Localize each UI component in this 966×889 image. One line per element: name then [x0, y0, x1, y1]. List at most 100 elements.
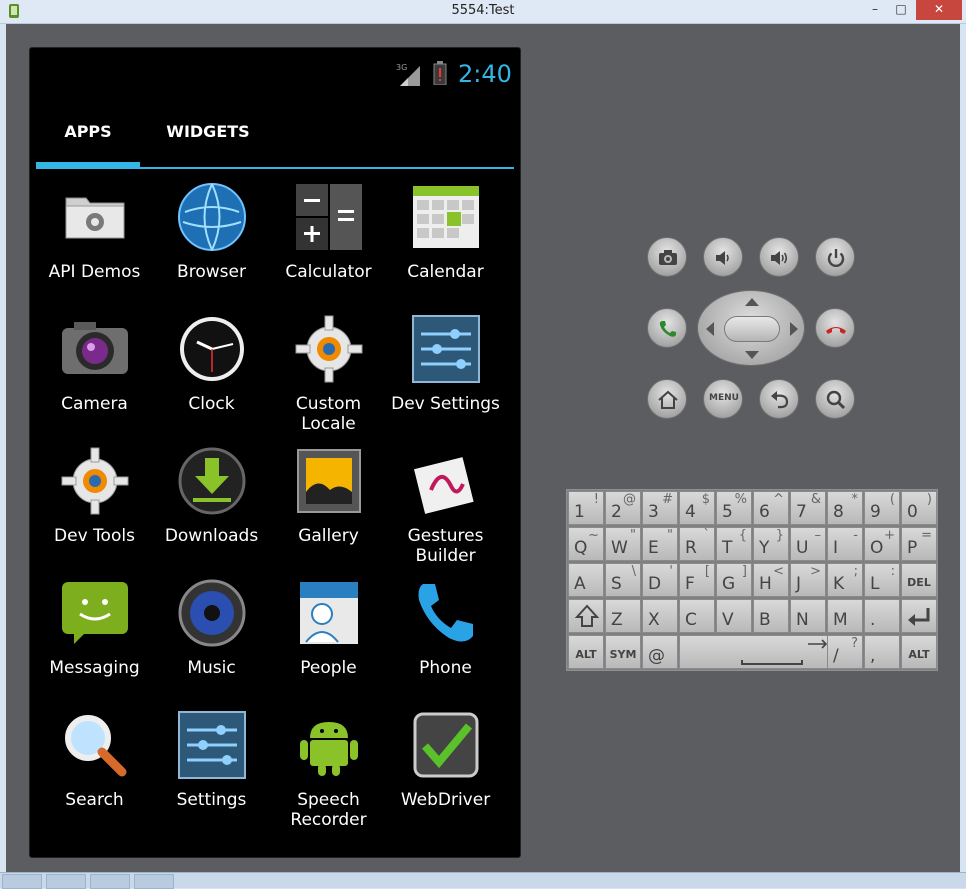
- key-2[interactable]: 2 @: [605, 491, 641, 525]
- app-clock[interactable]: Clock: [151, 312, 272, 440]
- app-downloads[interactable]: Downloads: [151, 444, 272, 572]
- dpad-right-icon[interactable]: [790, 322, 798, 336]
- key-p[interactable]: P =: [901, 527, 937, 561]
- key-9[interactable]: 9(: [864, 491, 900, 525]
- device-screen[interactable]: 3G 2:40 APPS WIDGETS API Demos Browser Cal…: [29, 47, 521, 858]
- key-n[interactable]: N: [790, 599, 826, 633]
- key-4[interactable]: 4 $: [679, 491, 715, 525]
- key-main-label: 4: [685, 502, 696, 522]
- key-o[interactable]: O +: [864, 527, 900, 561]
- tab-widgets[interactable]: WIDGETS: [140, 122, 276, 152]
- app-camera[interactable]: Camera: [34, 312, 155, 440]
- maximize-button[interactable]: □: [888, 0, 914, 20]
- camera-icon: [659, 250, 677, 265]
- app-settings[interactable]: Settings: [151, 708, 272, 836]
- volume-up-button[interactable]: [759, 237, 799, 277]
- key-5[interactable]: 5%: [716, 491, 752, 525]
- camera-button[interactable]: [647, 237, 687, 277]
- app-calculator[interactable]: Calculator: [268, 180, 389, 308]
- key-3[interactable]: 3 #: [642, 491, 678, 525]
- key-r[interactable]: R `: [679, 527, 715, 561]
- key-k[interactable]: K;: [827, 563, 863, 597]
- app-custom-locale[interactable]: Custom Locale: [268, 312, 389, 440]
- key-i[interactable]: I-: [827, 527, 863, 561]
- key-d[interactable]: D ': [642, 563, 678, 597]
- key-b[interactable]: B: [753, 599, 789, 633]
- call-button[interactable]: [647, 308, 687, 348]
- key-q[interactable]: Q ~: [568, 527, 604, 561]
- app-dev-tools[interactable]: Dev Tools: [34, 444, 155, 572]
- key-l[interactable]: L:: [864, 563, 900, 597]
- app-calendar[interactable]: Calendar: [385, 180, 506, 308]
- app-label: API Demos: [48, 262, 141, 282]
- close-button[interactable]: ✕: [916, 0, 962, 20]
- app-gestures-builder[interactable]: Gestures Builder: [385, 444, 506, 572]
- alt-key-left[interactable]: ALT: [568, 635, 604, 669]
- app-speech-recorder[interactable]: Speech Recorder: [268, 708, 389, 836]
- key-6[interactable]: 6 ^: [753, 491, 789, 525]
- dpad-center-button[interactable]: [724, 316, 780, 342]
- taskbar-item-android[interactable]: [2, 874, 42, 889]
- key-e[interactable]: E ": [642, 527, 678, 561]
- key-c[interactable]: C: [679, 599, 715, 633]
- at-key[interactable]: @: [642, 635, 678, 669]
- key-8[interactable]: 8 *: [827, 491, 863, 525]
- key-j[interactable]: J >: [790, 563, 826, 597]
- app-gallery[interactable]: Gallery: [268, 444, 389, 572]
- search-icon: [826, 390, 846, 410]
- key-0[interactable]: 0): [901, 491, 937, 525]
- key-s[interactable]: S \: [605, 563, 641, 597]
- home-button[interactable]: [647, 379, 687, 419]
- minimize-button[interactable]: –: [862, 0, 888, 20]
- comma-key[interactable]: ,: [864, 635, 900, 669]
- slash-key[interactable]: /?: [827, 635, 863, 669]
- key-h[interactable]: H <: [753, 563, 789, 597]
- dpad-left-icon[interactable]: [706, 322, 714, 336]
- power-button[interactable]: [815, 237, 855, 277]
- key-f[interactable]: F[: [679, 563, 715, 597]
- app-label: People: [300, 658, 357, 678]
- app-people[interactable]: People: [268, 576, 389, 704]
- dpad-up-icon[interactable]: [745, 298, 759, 306]
- app-webdriver[interactable]: WebDriver: [385, 708, 506, 836]
- app-search[interactable]: Search: [34, 708, 155, 836]
- key-7[interactable]: 7 &: [790, 491, 826, 525]
- shift-key[interactable]: [568, 599, 604, 633]
- key-alt-label: %: [734, 492, 747, 507]
- key-period[interactable]: .: [864, 599, 900, 633]
- key-y[interactable]: Y}: [753, 527, 789, 561]
- app-phone[interactable]: Phone: [385, 576, 506, 704]
- key-1[interactable]: 1!: [568, 491, 604, 525]
- back-button[interactable]: [759, 379, 799, 419]
- taskbar-item-tool[interactable]: [134, 874, 174, 889]
- menu-button[interactable]: MENU: [703, 379, 743, 419]
- taskbar-item-phone[interactable]: [46, 874, 86, 889]
- dpad-down-icon[interactable]: [745, 351, 759, 359]
- delete-key[interactable]: DEL: [901, 563, 937, 597]
- key-t[interactable]: T{: [716, 527, 752, 561]
- key-a[interactable]: A: [568, 563, 604, 597]
- app-messaging[interactable]: Messaging: [34, 576, 155, 704]
- app-music[interactable]: Music: [151, 576, 272, 704]
- alt-key-right[interactable]: ALT: [901, 635, 937, 669]
- key-g[interactable]: G]: [716, 563, 752, 597]
- app-dev-settings[interactable]: Dev Settings: [385, 312, 506, 440]
- enter-key[interactable]: [901, 599, 937, 633]
- gear-icon: [294, 314, 364, 384]
- search-button[interactable]: [815, 379, 855, 419]
- key-v[interactable]: V: [716, 599, 752, 633]
- key-z[interactable]: Z: [605, 599, 641, 633]
- volume-down-button[interactable]: [703, 237, 743, 277]
- key-main-label: 6: [759, 502, 770, 522]
- end-call-button[interactable]: [815, 308, 855, 348]
- key-x[interactable]: X: [642, 599, 678, 633]
- tab-apps[interactable]: APPS: [36, 122, 140, 152]
- app-api-demos[interactable]: API Demos: [34, 180, 155, 308]
- key-u[interactable]: U –: [790, 527, 826, 561]
- sym-key[interactable]: SYM: [605, 635, 641, 669]
- key-m[interactable]: M: [827, 599, 863, 633]
- dpad[interactable]: [697, 290, 805, 366]
- taskbar-item-console[interactable]: [90, 874, 130, 889]
- app-browser[interactable]: Browser: [151, 180, 272, 308]
- key-w[interactable]: W ": [605, 527, 641, 561]
